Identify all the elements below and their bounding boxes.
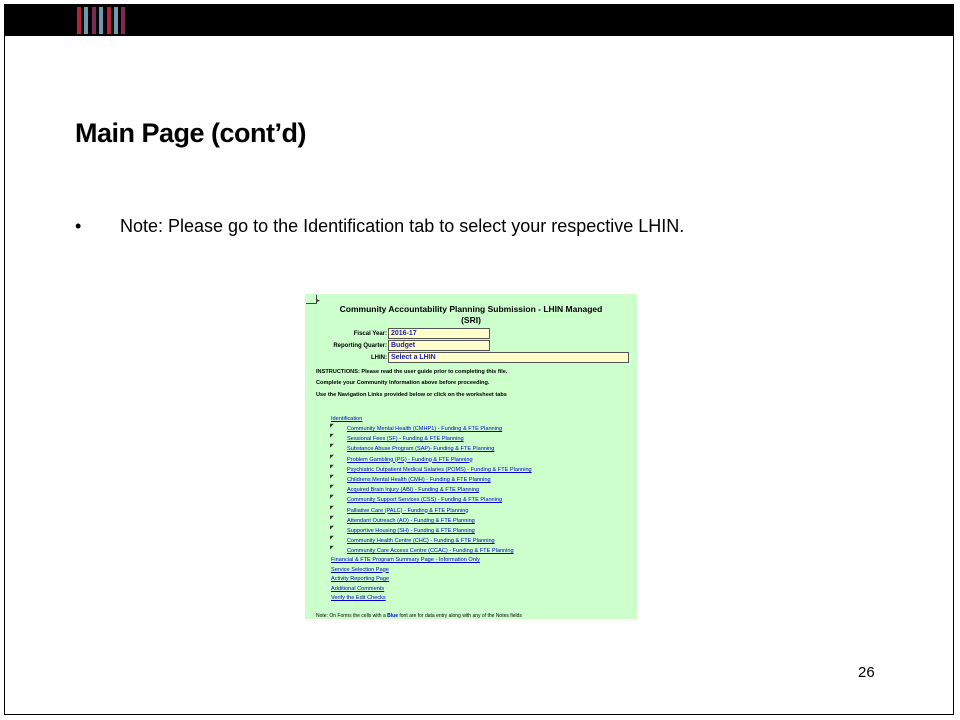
instruction-line: Complete your Community Information abov… (316, 380, 490, 386)
link-marker-icon: ◤ (330, 433, 334, 440)
nav-page-link[interactable]: Activity Reporting Page (331, 576, 389, 582)
bullet-symbol: • (75, 216, 82, 236)
nav-program-link[interactable]: Community Support Services (CSS) - Fundi… (347, 497, 502, 503)
stripe (107, 7, 111, 34)
bullet-text: Note: Please go to the Identification ta… (120, 216, 685, 236)
sheet-title-line1: Community Accountability Planning Submis… (339, 304, 603, 314)
stripe (84, 7, 88, 34)
slide-title: Main Page (cont’d) (75, 118, 307, 148)
page-number: 26 (858, 664, 875, 681)
link-marker-icon: ◤ (330, 514, 334, 521)
sheet-title: Community Accountability Planning Submis… (305, 304, 637, 326)
stripe (99, 7, 103, 34)
lhin-select-field[interactable]: Select a LHIN (388, 352, 629, 363)
fiscal-year-field[interactable]: 2016-17 (388, 328, 490, 339)
nav-program-link[interactable]: Acquired Brain Injury (ABI) - Funding & … (347, 487, 479, 493)
sheet-note: Note: On Forms the cells with a Blue fon… (316, 613, 522, 619)
sheet-note-prefix: Note: On Forms the cells with a (316, 613, 388, 619)
stripe (77, 7, 81, 34)
sheet-note-blue: Blue (387, 613, 398, 619)
nav-program-link[interactable]: Childrens Mental Health (CMH) - Funding … (347, 477, 491, 483)
nav-program-link[interactable]: Attendant Outreach (AO) - Funding & FTE … (347, 518, 475, 524)
link-marker-icon: ◤ (330, 484, 334, 491)
link-marker-icon: ◤ (330, 423, 334, 429)
instruction-line: INSTRUCTIONS: Please read the user guide… (316, 369, 508, 375)
nav-page-link[interactable]: Verify the Edit Checks (331, 595, 386, 601)
link-marker-icon: ◤ (330, 474, 334, 480)
sheet-note-suffix: font are for data entry along with any o… (397, 613, 522, 619)
nav-program-link[interactable]: Palliative Care (PALC) - Funding & FTE P… (347, 508, 468, 514)
link-marker-icon: ◤ (330, 463, 334, 470)
stripe (92, 7, 96, 34)
nav-program-link[interactable]: Community Health Centre (CHC) - Funding … (347, 538, 495, 544)
reporting-quarter-label: Reporting Quarter: (333, 343, 387, 349)
stripe (121, 7, 125, 34)
nav-page-link[interactable]: Financial & FTE Program Summary Page - I… (331, 557, 480, 563)
nav-page-link[interactable]: Service Selection Page (331, 567, 389, 573)
instruction-line: Use the Navigation Links provided below … (316, 392, 507, 398)
link-marker-icon: ◤ (330, 453, 334, 460)
sheet-title-line2: (SRI) (461, 315, 481, 325)
nav-program-link[interactable]: Supportive Housing (SH) - Funding & FTE … (347, 528, 475, 534)
link-marker-icon: ◤ (330, 494, 334, 501)
nav-program-link[interactable]: Community Care Access Centre (CCAC) - Fu… (347, 548, 514, 554)
stripe (114, 7, 118, 34)
spreadsheet-screenshot: ► Community Accountability Planning Subm… (305, 294, 637, 619)
link-marker-icon: ◤ (330, 535, 334, 542)
nav-link-identification[interactable]: Identification (331, 416, 362, 422)
nav-program-link[interactable]: Substance Abuse Program (SAP)- Funding &… (347, 446, 494, 452)
lhin-label: LHIN: (371, 355, 387, 361)
fiscal-year-label: Fiscal Year: (353, 331, 387, 337)
link-marker-icon: ◤ (330, 525, 334, 531)
nav-page-link[interactable]: Additional Comments (331, 586, 384, 592)
reporting-quarter-field[interactable]: Budget (388, 340, 490, 351)
link-marker-icon: ◤ (330, 504, 334, 511)
nav-program-link[interactable]: Psychiatric Outpatient Medical Salaries … (347, 467, 532, 473)
nav-program-link[interactable]: Sessional Fees (SF) - Funding & FTE Plan… (347, 436, 464, 442)
nav-program-link[interactable]: Problem Gambling (PG) - Funding & FTE Pl… (347, 457, 473, 463)
link-marker-icon: ◤ (330, 443, 334, 450)
top-banner (4, 4, 954, 36)
link-marker-icon: ◤ (330, 545, 334, 552)
nav-program-link[interactable]: Community Mental Health (CMHP1) - Fundin… (347, 426, 502, 432)
